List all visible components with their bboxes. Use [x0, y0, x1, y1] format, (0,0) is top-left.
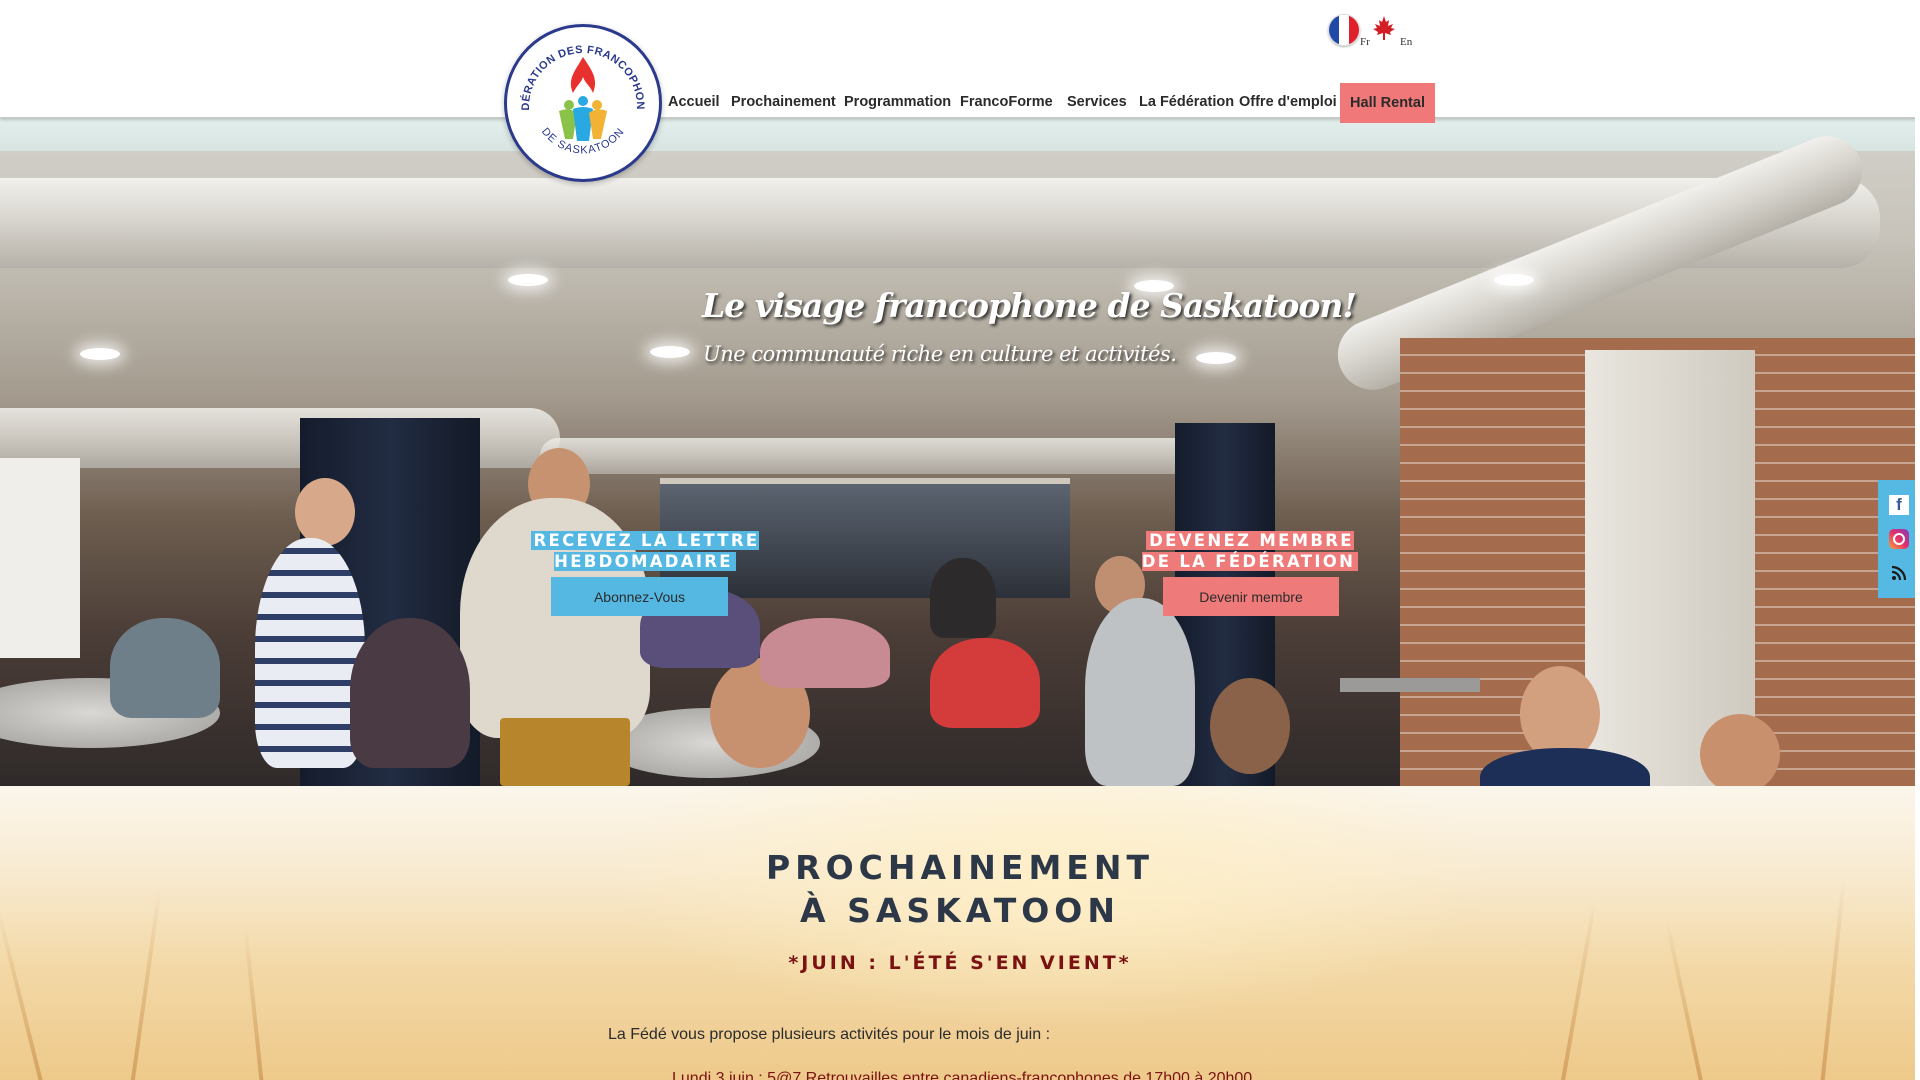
person	[930, 558, 996, 638]
bulletin-board	[0, 458, 80, 658]
nav-accueil[interactable]: Accueil	[668, 94, 720, 110]
section-title-line2: à Saskatoon	[800, 891, 1120, 930]
person	[760, 618, 890, 688]
person	[1085, 598, 1195, 786]
section-title: Prochainement à Saskatoon	[700, 846, 1220, 932]
person	[255, 538, 365, 768]
wheat-stalk	[130, 887, 162, 1080]
ceiling-light	[508, 274, 548, 286]
rss-icon[interactable]	[1889, 563, 1909, 583]
hero-top-band	[0, 118, 1920, 151]
nav-offre-emploi[interactable]: Offre d'emploi	[1239, 94, 1337, 110]
newsletter-title-text: Recevez la lettre hebdomadaire	[530, 531, 760, 571]
france-flag-icon	[1328, 14, 1360, 46]
logo-graphic: FÉDÉRATION DES FRANCOPHONES DE SASKATOON	[507, 27, 655, 175]
language-en-label: En	[1400, 36, 1413, 48]
social-bar: f	[1878, 480, 1920, 598]
person	[500, 718, 630, 786]
side-table	[1340, 678, 1480, 692]
newsletter-title: Recevez la lettre hebdomadaire	[530, 530, 760, 572]
person	[1700, 714, 1780, 786]
person	[295, 478, 355, 546]
nav-prochainement[interactable]: Prochainement	[731, 94, 836, 110]
nav-la-federation[interactable]: La Fédération	[1139, 94, 1234, 110]
wheat-stalk	[1560, 898, 1597, 1080]
membership-title: Devenez membre de la fédération	[1132, 530, 1368, 572]
ceiling-light	[80, 348, 120, 360]
federation-logo[interactable]: FÉDÉRATION DES FRANCOPHONES DE SASKATOON	[504, 24, 662, 182]
nav-francoforme[interactable]: FrancoForme	[960, 94, 1053, 110]
person	[350, 618, 470, 768]
rss-glyph	[1891, 565, 1907, 581]
membership-title-text: Devenez membre de la fédération	[1141, 531, 1359, 571]
person	[110, 618, 220, 718]
wheat-stalk	[1664, 919, 1704, 1080]
hero-title: Le visage francophone de Saskatoon!	[702, 286, 1357, 325]
scrollbar-edge	[1915, 0, 1920, 1080]
language-fr-label: Fr	[1360, 36, 1370, 48]
nav-programmation[interactable]: Programmation	[844, 94, 951, 110]
subscribe-button[interactable]: Abonnez-Vous	[551, 577, 728, 616]
wheat-stalk	[0, 910, 44, 1080]
facebook-icon[interactable]: f	[1889, 495, 1909, 515]
wheat-stalk	[243, 926, 264, 1080]
hero-banner: Le visage francophone de Saskatoon! Une …	[0, 118, 1920, 786]
section-intro: La Fédé vous propose plusieurs activités…	[608, 1026, 1051, 1043]
ceiling-light	[1494, 274, 1534, 286]
ceiling-light	[650, 346, 690, 358]
become-member-button[interactable]: Devenir membre	[1163, 577, 1339, 616]
section-subtitle: *juin : l'été s'en vient*	[788, 952, 1132, 974]
person	[930, 638, 1040, 728]
language-fr[interactable]: Fr	[1328, 14, 1370, 48]
page: FÉDÉRATION DES FRANCOPHONES DE SASKATOON…	[0, 0, 1920, 1080]
ceiling-duct	[540, 438, 1240, 474]
ceiling-light	[1196, 352, 1236, 364]
person	[1210, 678, 1290, 774]
wheat-stalk	[1820, 876, 1846, 1080]
section-title-line1: Prochainement	[766, 848, 1154, 887]
nav-hall-rental[interactable]: Hall Rental	[1340, 83, 1435, 123]
maple-leaf-icon	[1373, 16, 1395, 40]
language-en[interactable]: En	[1370, 14, 1412, 48]
event-line-partial: Lundi 3 juin : 5@7 Retrouvailles entre c…	[672, 1070, 1253, 1080]
hero-subtitle: Une communauté riche en culture et activ…	[703, 342, 1177, 366]
nav-services[interactable]: Services	[1067, 94, 1127, 110]
instagram-icon[interactable]	[1889, 529, 1909, 549]
